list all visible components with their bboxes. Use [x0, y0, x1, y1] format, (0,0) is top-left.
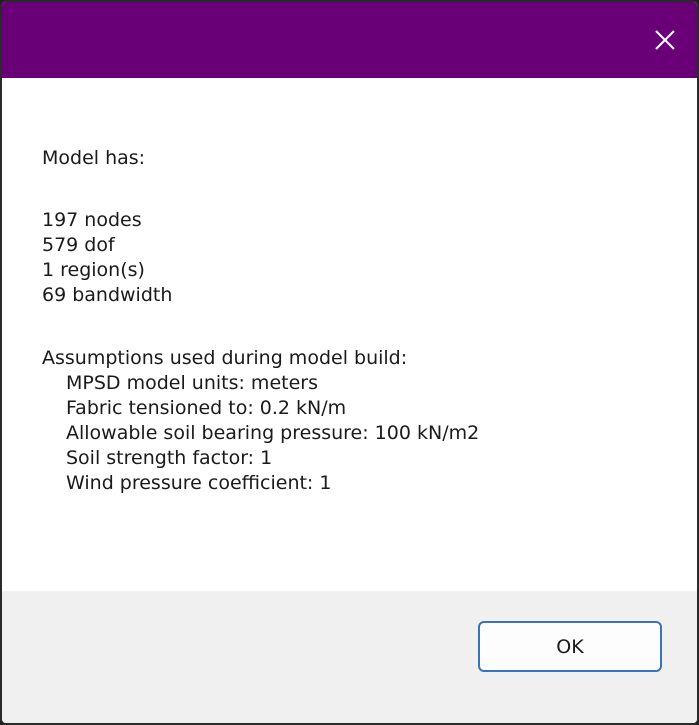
assumption-fabric-tension: Fabric tensioned to: 0.2 kN/m	[66, 397, 347, 419]
stat-bandwidth: 69 bandwidth	[42, 284, 173, 306]
assumption-units: MPSD model units: meters	[66, 372, 318, 394]
assumption-soil-strength: Soil strength factor: 1	[66, 447, 273, 469]
close-button[interactable]	[633, 2, 697, 78]
close-icon	[655, 30, 675, 50]
assumption-wind-pressure: Wind pressure coefficient: 1	[66, 472, 332, 494]
message-area: Model has: 197 nodes 579 dof 1 region(s)…	[2, 78, 697, 591]
stat-dof: 579 dof	[42, 234, 115, 256]
title-bar	[2, 2, 697, 78]
message-dialog: Model has: 197 nodes 579 dof 1 region(s)…	[0, 0, 699, 725]
model-header: Model has:	[42, 147, 146, 169]
assumption-soil-bearing: Allowable soil bearing pressure: 100 kN/…	[66, 422, 480, 444]
stat-regions: 1 region(s)	[42, 259, 145, 281]
assumptions-header: Assumptions used during model build:	[42, 347, 408, 369]
ok-button[interactable]: OK	[478, 621, 662, 672]
dialog-footer: OK	[2, 591, 697, 723]
stat-nodes: 197 nodes	[42, 209, 142, 231]
